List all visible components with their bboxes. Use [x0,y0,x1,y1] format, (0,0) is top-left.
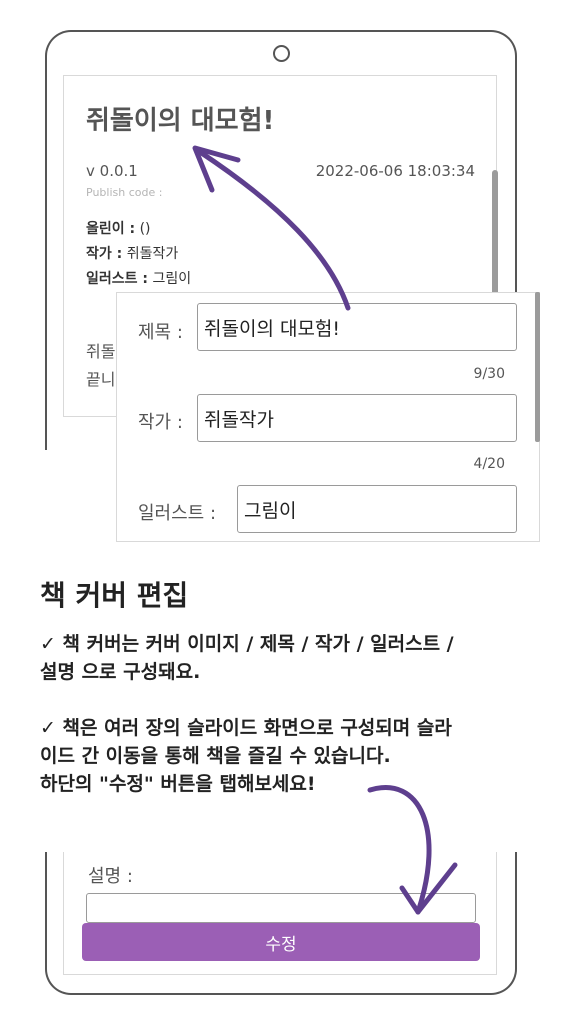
guide-arrows [192,145,458,915]
arrow-to-button-icon [367,785,432,915]
arrow-to-title-icon [197,149,351,311]
